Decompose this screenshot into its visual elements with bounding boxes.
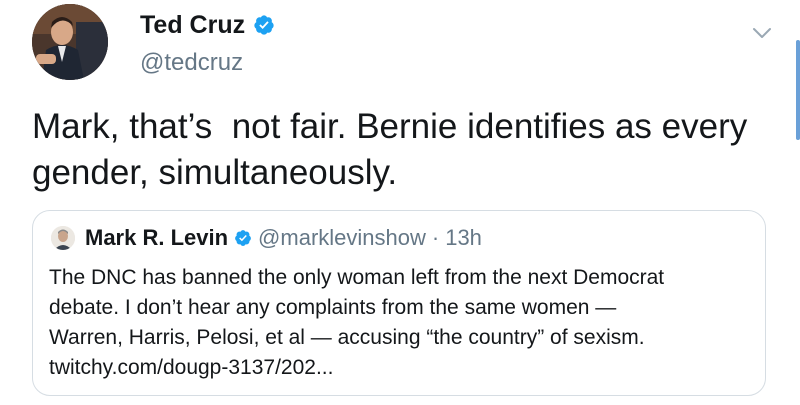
- separator-dot: ·: [431, 225, 440, 250]
- quoted-text-line: The DNC has banned the only woman left f…: [49, 266, 665, 289]
- chevron-down-icon[interactable]: [752, 26, 772, 40]
- verified-badge-icon: [235, 230, 251, 246]
- verified-badge-icon: [254, 15, 274, 35]
- author-name[interactable]: Ted Cruz: [140, 10, 245, 40]
- quoted-tweet-card[interactable]: Mark R. Levin @marklevinshow · 13h The D…: [32, 210, 766, 396]
- scrollbar[interactable]: [796, 40, 800, 140]
- quoted-link[interactable]: twitchy.com/dougp-3137/202...: [49, 353, 749, 383]
- quoted-timestamp[interactable]: 13h: [445, 223, 482, 253]
- quoted-author-avatar[interactable]: [51, 226, 75, 250]
- quoted-text: The DNC has banned the only woman left f…: [49, 263, 749, 383]
- author-avatar[interactable]: [32, 4, 108, 80]
- quoted-text-line: debate. I don’t hear any complaints from…: [49, 296, 617, 319]
- quoted-author-handle[interactable]: @marklevinshow: [258, 223, 426, 253]
- quoted-text-line: Warren, Harris, Pelosi, et al — accusing…: [49, 326, 645, 349]
- quoted-header: Mark R. Levin @marklevinshow · 13h: [85, 223, 482, 253]
- tweet-text: Mark, that’s not fair. Bernie identifies…: [32, 107, 757, 192]
- author-name-row[interactable]: Ted Cruz: [140, 10, 275, 40]
- tweet: Ted Cruz @tedcruz Mark, that’s not fair.…: [0, 0, 800, 405]
- author-handle[interactable]: @tedcruz: [140, 48, 243, 78]
- quoted-author-name[interactable]: Mark R. Levin: [85, 223, 228, 253]
